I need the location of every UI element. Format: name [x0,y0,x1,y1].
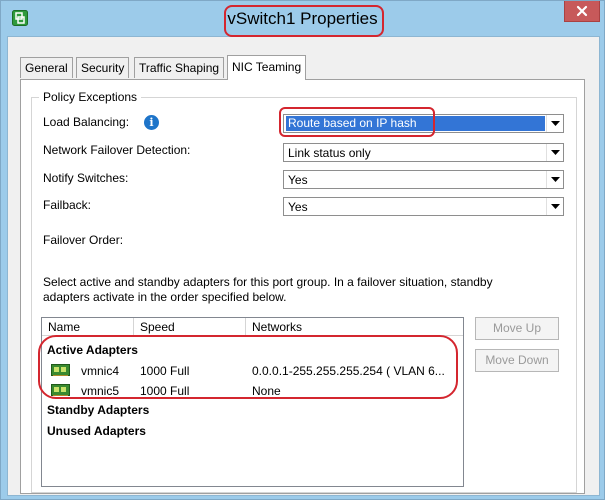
adapter-networks: 0.0.0.1-255.255.255.254 ( VLAN 6... [252,364,445,378]
column-speed[interactable]: Speed [134,318,246,336]
failover-order-label: Failover Order: [43,233,124,247]
chevron-down-icon[interactable] [546,198,563,215]
table-row[interactable]: vmnic4 1000 Full 0.0.0.1-255.255.255.254… [42,361,463,381]
failover-detection-select[interactable]: Link status only [283,143,564,162]
move-down-button[interactable]: Move Down [475,349,559,372]
failover-description: Select active and standby adapters for t… [43,275,493,304]
adapter-networks: None [252,384,281,398]
chevron-down-icon[interactable] [546,144,563,161]
notify-switches-value: Yes [288,173,308,187]
tab-general[interactable]: General [20,57,73,78]
notify-switches-label: Notify Switches: [43,171,129,185]
network-adapter-icon [51,384,70,396]
chevron-down-icon[interactable] [546,171,563,188]
close-icon [576,5,588,17]
chevron-down-icon[interactable] [546,115,563,132]
unused-adapters-group: Unused Adapters [47,424,146,438]
column-name[interactable]: Name [42,318,134,336]
adapter-list-header: Name Speed Networks [42,318,463,336]
active-adapters-group: Active Adapters [47,343,138,357]
failback-value: Yes [288,200,308,214]
policy-exceptions-legend: Policy Exceptions [39,90,142,104]
adapter-list[interactable]: Name Speed Networks Active Adapters vmni… [41,317,464,487]
tab-nic-teaming[interactable]: NIC Teaming [227,55,307,80]
failback-select[interactable]: Yes [283,197,564,216]
adapter-name: vmnic5 [81,384,120,398]
load-balancing-label: Load Balancing: [43,115,130,129]
failover-detection-label: Network Failover Detection: [43,143,191,157]
move-up-button[interactable]: Move Up [475,317,559,340]
standby-adapters-group: Standby Adapters [47,403,150,417]
load-balancing-value: Route based on IP hash [286,116,545,131]
title-bar: vSwitch1 Properties [1,1,604,37]
window-title: vSwitch1 Properties [227,9,378,28]
adapter-speed: 1000 Full [140,384,190,398]
tab-security[interactable]: Security [76,57,130,78]
failover-detection-value: Link status only [288,146,371,160]
tab-traffic-shaping[interactable]: Traffic Shaping [134,57,225,78]
info-icon[interactable]: i [144,115,159,130]
close-button[interactable] [564,1,600,22]
notify-switches-select[interactable]: Yes [283,170,564,189]
column-networks[interactable]: Networks [246,318,463,336]
adapter-speed: 1000 Full [140,364,190,378]
adapter-name: vmnic4 [81,364,120,378]
failback-label: Failback: [43,198,92,212]
table-row[interactable]: vmnic5 1000 Full None [42,381,463,401]
network-adapter-icon [51,364,70,376]
load-balancing-select[interactable]: Route based on IP hash [283,114,564,133]
